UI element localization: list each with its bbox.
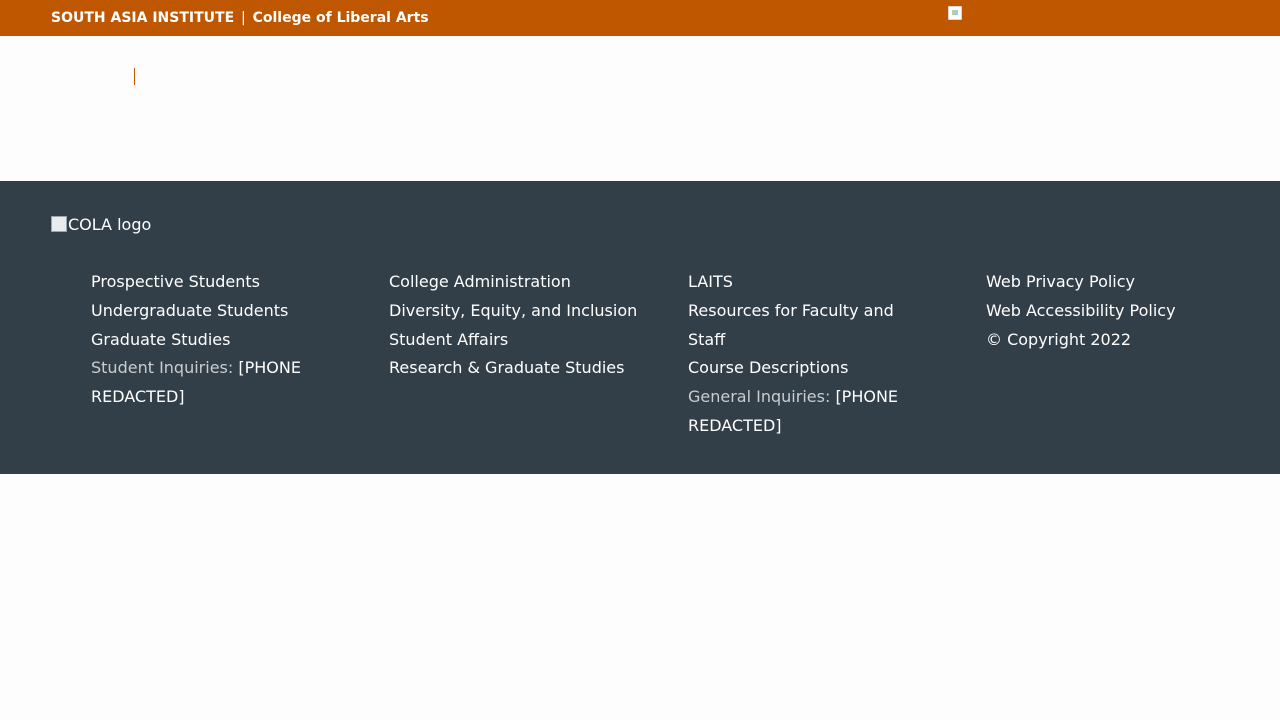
student-inquiries: Student Inquiries: [PHONE REDACTED]	[91, 354, 331, 412]
cola-logo[interactable]: COLA logo	[51, 213, 151, 235]
general-inquiries-label: General Inquiries:	[688, 387, 831, 406]
footer-link-research-graduate-studies[interactable]: Research & Graduate Studies	[389, 354, 639, 383]
footer-link-diversity-equity-inclusion[interactable]: Diversity, Equity, and Inclusion	[389, 297, 639, 326]
footer-link-graduate-studies[interactable]: Graduate Studies	[91, 326, 331, 355]
broken-image-icon	[51, 216, 67, 232]
college-link[interactable]: College of Liberal Arts	[253, 10, 429, 26]
site-header	[0, 36, 1280, 181]
footer-column-college: College Administration Diversity, Equity…	[389, 268, 639, 383]
institute-link[interactable]: SOUTH ASIA INSTITUTE	[51, 10, 234, 26]
footer-link-laits[interactable]: LAITS	[688, 268, 928, 297]
brand-separator: |	[241, 10, 246, 26]
footer-column-resources: LAITS Resources for Faculty and Staff Co…	[688, 268, 928, 441]
top-bar: SOUTH ASIA INSTITUTE | College of Libera…	[0, 0, 1280, 36]
general-inquiries: General Inquiries: [PHONE REDACTED]	[688, 383, 928, 441]
footer-link-course-descriptions[interactable]: Course Descriptions	[688, 354, 928, 383]
footer-link-undergraduate-students[interactable]: Undergraduate Students	[91, 297, 331, 326]
footer-link-faculty-staff-resources[interactable]: Resources for Faculty and Staff	[688, 297, 928, 355]
footer-link-student-affairs[interactable]: Student Affairs	[389, 326, 639, 355]
footer-link-web-privacy-policy[interactable]: Web Privacy Policy	[986, 268, 1236, 297]
footer-link-prospective-students[interactable]: Prospective Students	[91, 268, 331, 297]
cola-logo-alt-text: COLA logo	[68, 214, 152, 234]
footer-column-students: Prospective Students Undergraduate Stude…	[91, 268, 331, 412]
footer-link-web-accessibility-policy[interactable]: Web Accessibility Policy	[986, 297, 1236, 326]
site-brand: SOUTH ASIA INSTITUTE | College of Libera…	[51, 0, 429, 36]
footer-column-policies: Web Privacy Policy Web Accessibility Pol…	[986, 268, 1236, 354]
site-footer: COLA logo Prospective Students Undergrad…	[0, 181, 1280, 474]
footer-link-college-administration[interactable]: College Administration	[389, 268, 639, 297]
broken-image-icon[interactable]	[948, 6, 962, 20]
header-divider	[134, 68, 135, 85]
student-inquiries-label: Student Inquiries:	[91, 358, 234, 378]
copyright-notice: © Copyright 2022	[986, 329, 1132, 349]
